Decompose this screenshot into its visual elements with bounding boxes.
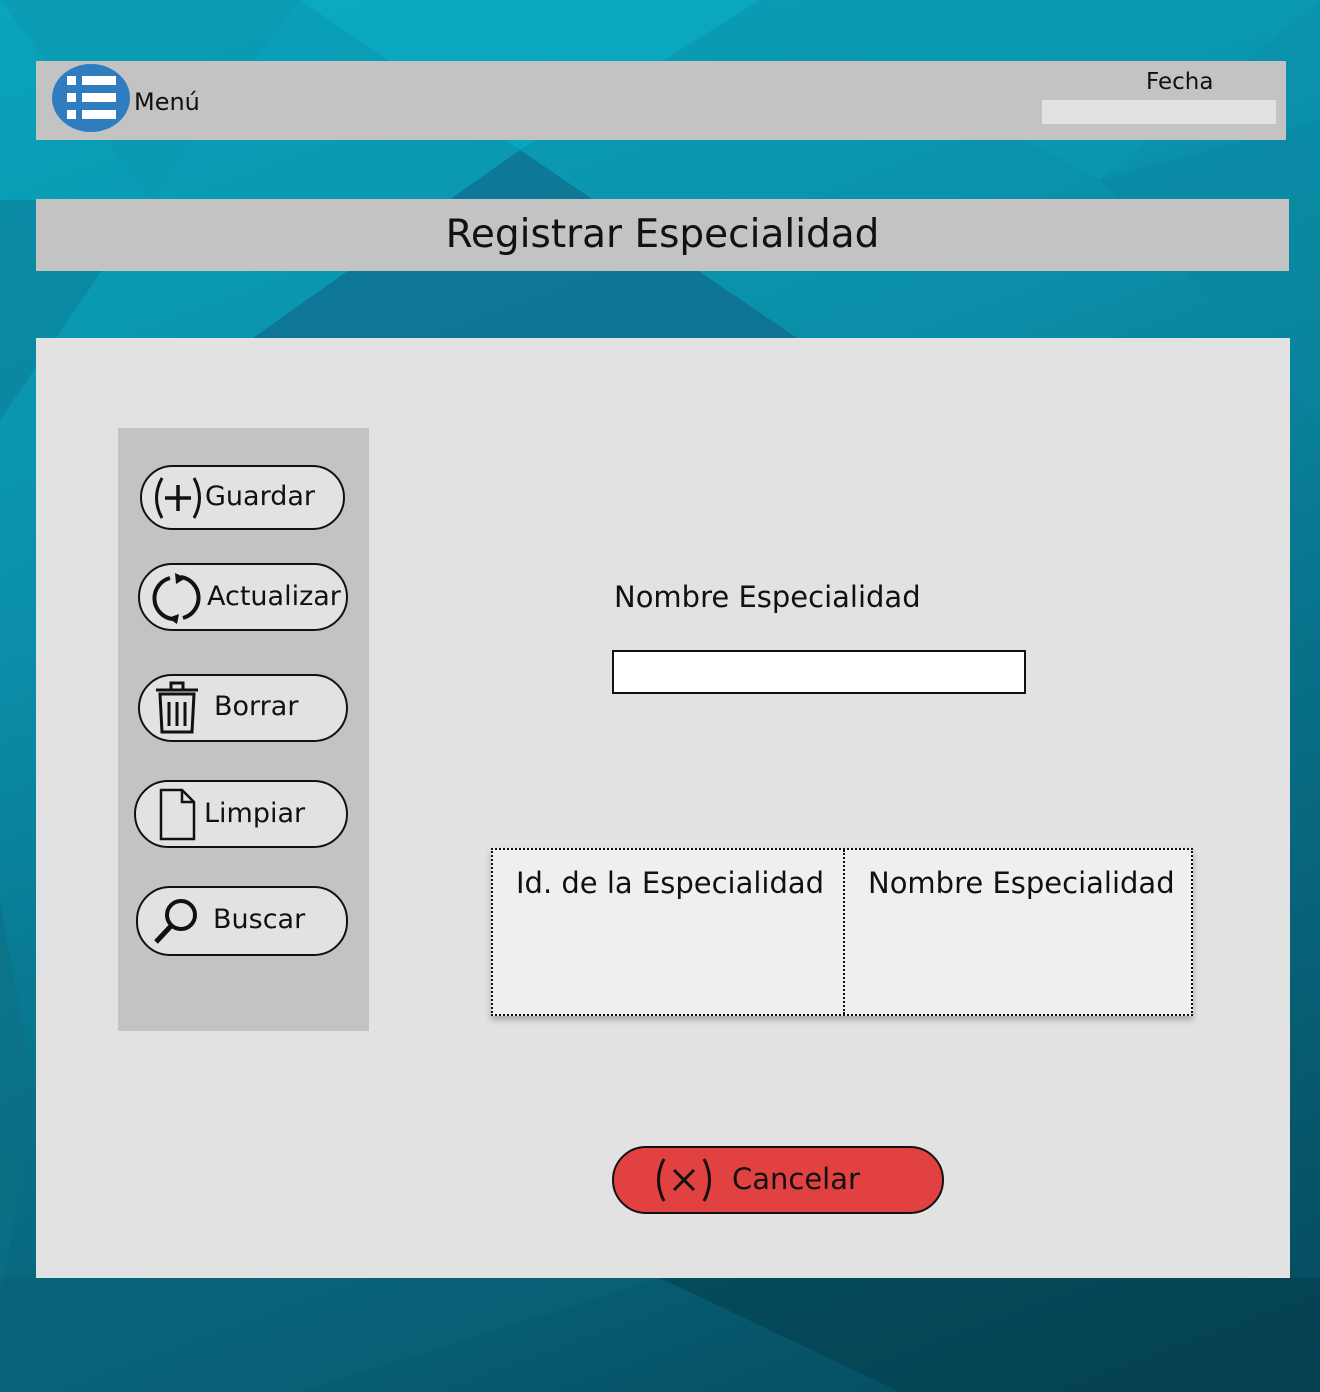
plus-circle-icon bbox=[155, 477, 201, 519]
document-icon bbox=[159, 788, 196, 841]
delete-button[interactable]: Borrar bbox=[138, 674, 348, 742]
column-divider bbox=[843, 850, 845, 1014]
title-bar: Registrar Especialidad bbox=[36, 199, 1289, 271]
page-title: Registrar Especialidad bbox=[445, 212, 880, 257]
update-label: Actualizar bbox=[207, 581, 341, 612]
refresh-icon bbox=[152, 573, 201, 624]
top-bar: Menú Fecha bbox=[36, 61, 1286, 140]
delete-label: Borrar bbox=[214, 691, 299, 722]
specialty-table: Id. de la Especialidad Nombre Especialid… bbox=[491, 848, 1193, 1016]
search-button[interactable]: Buscar bbox=[136, 886, 348, 956]
specialty-name-label: Nombre Especialidad bbox=[614, 580, 921, 614]
save-button[interactable]: Guardar bbox=[140, 465, 345, 530]
date-label: Fecha bbox=[1146, 69, 1214, 95]
magnifier-icon bbox=[154, 899, 197, 944]
specialty-name-field[interactable] bbox=[612, 650, 1026, 694]
main-panel: Guardar Actualizar Borrar Limpiar Buscar… bbox=[36, 338, 1290, 1278]
menu-label[interactable]: Menú bbox=[134, 88, 200, 116]
save-label: Guardar bbox=[205, 481, 315, 512]
x-circle-icon bbox=[657, 1158, 711, 1202]
clear-label: Limpiar bbox=[204, 798, 306, 829]
search-label: Buscar bbox=[213, 904, 306, 935]
action-toolbar: Guardar Actualizar Borrar Limpiar Buscar bbox=[118, 428, 369, 1031]
date-field[interactable] bbox=[1042, 100, 1276, 124]
trash-icon bbox=[156, 681, 198, 734]
list-icon bbox=[67, 76, 116, 119]
column-header-name: Nombre Especialidad bbox=[868, 866, 1175, 900]
update-button[interactable]: Actualizar bbox=[138, 563, 348, 631]
clear-button[interactable]: Limpiar bbox=[134, 780, 348, 848]
cancel-button[interactable]: Cancelar bbox=[612, 1146, 944, 1214]
menu-button[interactable] bbox=[52, 64, 130, 132]
column-header-id: Id. de la Especialidad bbox=[516, 866, 825, 900]
cancel-label: Cancelar bbox=[732, 1162, 860, 1196]
